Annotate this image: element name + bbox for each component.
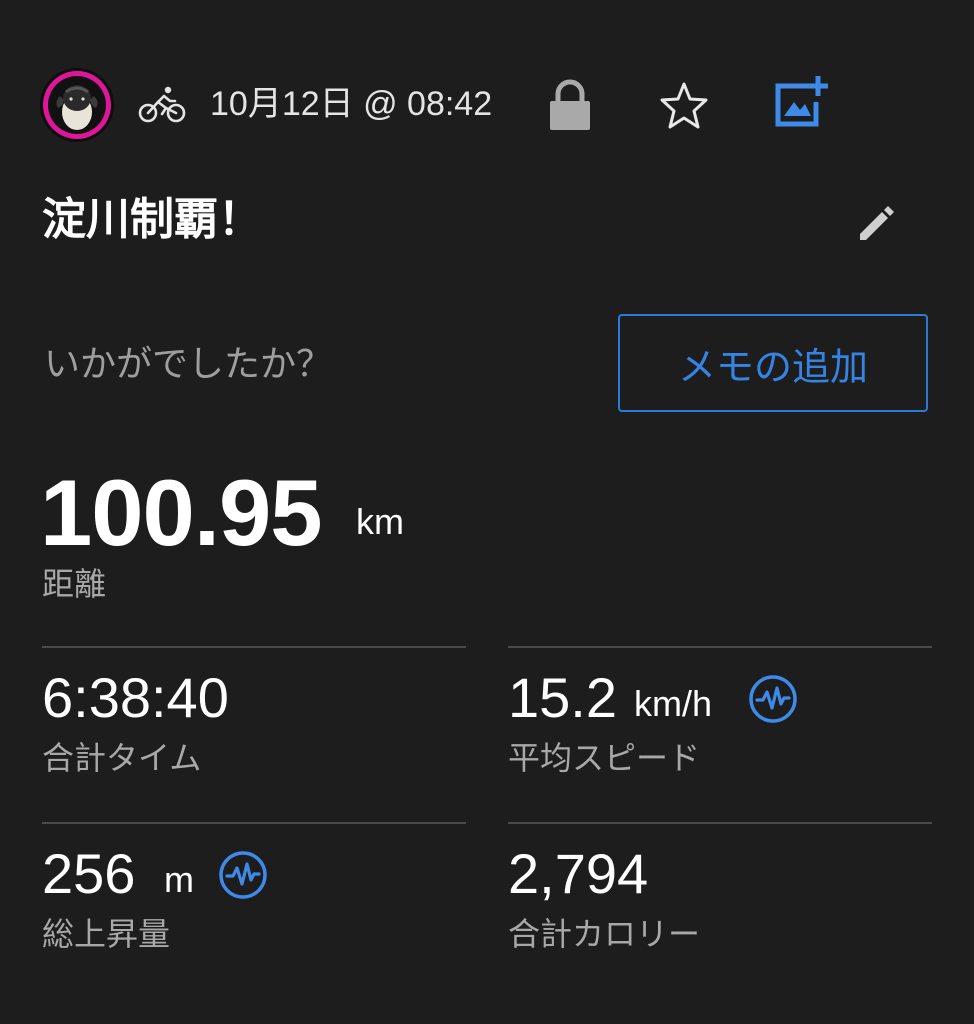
lock-icon[interactable] bbox=[546, 78, 594, 132]
avg-speed-value: 15.2 bbox=[508, 666, 617, 729]
divider bbox=[508, 646, 932, 648]
avg-speed-unit: km/h bbox=[634, 683, 713, 724]
pulse-graph-icon[interactable] bbox=[218, 850, 268, 900]
divider bbox=[508, 822, 932, 824]
cycling-icon bbox=[138, 84, 186, 124]
elevation-gain-label: 総上昇量 bbox=[42, 915, 171, 953]
divider bbox=[42, 822, 466, 824]
pencil-icon[interactable] bbox=[852, 198, 898, 244]
distance-label: 距離 bbox=[42, 565, 107, 603]
star-outline-icon[interactable] bbox=[656, 80, 712, 132]
avatar[interactable] bbox=[40, 68, 114, 142]
distance-value: 100.95 bbox=[40, 460, 323, 565]
avg-speed-label: 平均スピード bbox=[508, 739, 701, 777]
calories-value: 2,794 bbox=[508, 842, 649, 905]
activity-date-time: 10月12日 @ 08:42 bbox=[210, 85, 493, 123]
elevation-gain-unit: m bbox=[164, 859, 194, 900]
distance-unit: km bbox=[356, 501, 404, 542]
elevation-gain-value: 256 bbox=[42, 842, 136, 905]
total-time-value: 6:38:40 bbox=[42, 666, 229, 729]
feeling-prompt: いかがでしたか？ bbox=[44, 344, 333, 385]
add-photo-icon[interactable] bbox=[770, 72, 830, 132]
divider bbox=[42, 646, 466, 648]
total-time-label: 合計タイム bbox=[42, 739, 202, 777]
add-memo-button[interactable]: メモの追加 bbox=[618, 314, 928, 412]
pulse-graph-icon[interactable] bbox=[748, 674, 798, 724]
activity-title: 淀川制覇！ bbox=[42, 194, 262, 245]
calories-label: 合計カロリー bbox=[508, 915, 701, 953]
